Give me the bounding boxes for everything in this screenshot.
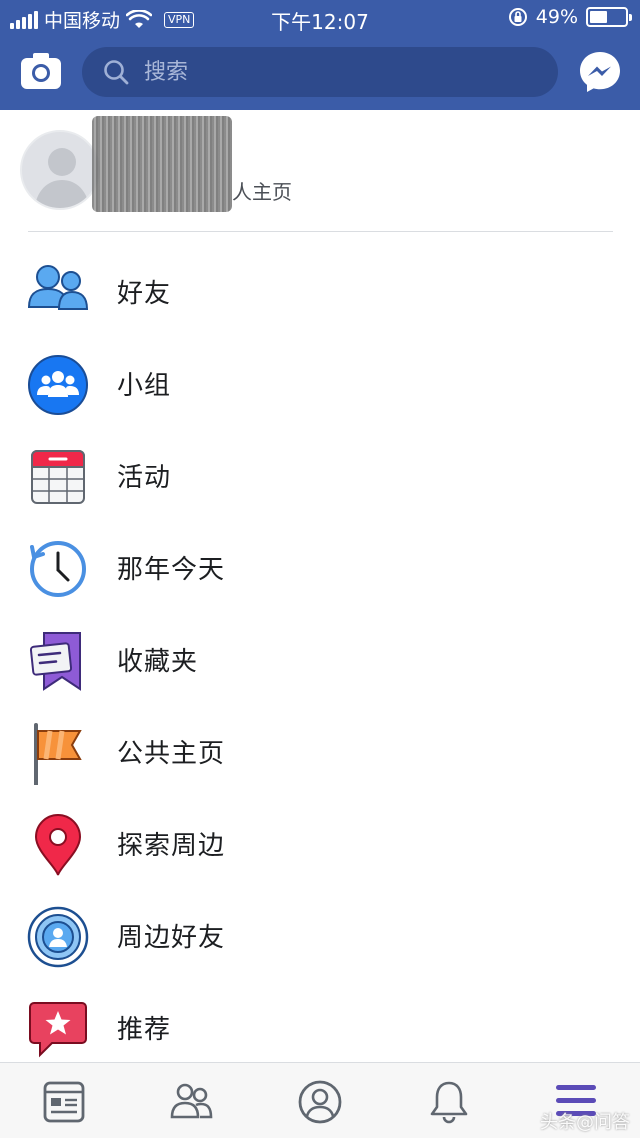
menu-item-label: 周边好友 (117, 922, 226, 953)
search-icon (104, 60, 129, 85)
menu-item-label: 活动 (117, 462, 172, 493)
profile-subtitle: 人主页 (232, 180, 292, 204)
pages-flag-icon (34, 723, 82, 785)
menu-item-explore-nearby[interactable]: 探索周边 (0, 797, 640, 889)
menu-item-label: 小组 (117, 370, 172, 401)
tab-news-feed[interactable] (39, 1077, 89, 1127)
groups-icon (28, 355, 88, 415)
watermark: 头条@问答 (540, 1112, 630, 1133)
tab-notifications[interactable] (424, 1077, 474, 1127)
friends-tab-icon (170, 1083, 213, 1119)
camera-icon[interactable] (20, 52, 62, 90)
menu-item-pages[interactable]: 公共主页 (0, 705, 640, 797)
orientation-lock-icon (508, 8, 527, 26)
profile-tab-icon (298, 1080, 342, 1124)
menu-item-label: 探索周边 (117, 830, 226, 861)
recommendations-star-icon (29, 1002, 87, 1058)
menu-item-nearby-friends[interactable]: 周边好友 (0, 889, 640, 981)
profile-row[interactable]: 人主页 (0, 110, 640, 232)
saved-bookmark-icon (29, 632, 81, 691)
tab-friends[interactable] (166, 1077, 216, 1127)
location-pin-icon (34, 814, 82, 876)
top-navigation-bar: 中国移动 VPN 下午12:07 49% (0, 0, 640, 110)
battery-percent: 49% (535, 6, 578, 28)
menu-item-groups[interactable]: 小组 (0, 337, 640, 429)
menu-item-events[interactable]: 活动 (0, 429, 640, 521)
default-avatar-icon (34, 148, 90, 208)
menu-item-friends[interactable]: 好友 (0, 245, 640, 337)
battery-icon (586, 7, 632, 27)
memories-clock-icon (30, 541, 86, 597)
friends-icon (27, 265, 89, 310)
bottom-tab-bar: 头条@问答 (0, 1062, 640, 1138)
status-bar: 中国移动 VPN 下午12:07 49% (0, 0, 640, 36)
tab-profile[interactable] (295, 1077, 345, 1127)
search-bar[interactable] (82, 47, 558, 97)
messenger-icon[interactable] (578, 50, 622, 94)
search-input[interactable] (144, 59, 524, 85)
shortcut-menu: 好友 小组 活动 那年今天 收藏夹 公共主页 探索周边 周边好友 推荐 (0, 245, 640, 1073)
events-calendar-icon (31, 450, 85, 504)
menu-item-recommendations[interactable]: 推荐 (0, 981, 640, 1073)
menu-item-label: 收藏夹 (117, 646, 199, 677)
menu-item-label: 好友 (117, 278, 172, 309)
profile-name-redacted (92, 116, 232, 212)
menu-item-saved[interactable]: 收藏夹 (0, 613, 640, 705)
news-feed-icon (43, 1081, 85, 1123)
status-right: 49% (508, 6, 632, 28)
menu-item-label: 那年今天 (117, 554, 226, 585)
nearby-friends-icon (27, 906, 89, 968)
menu-item-memories[interactable]: 那年今天 (0, 521, 640, 613)
notifications-bell-icon (430, 1081, 468, 1124)
avatar[interactable] (20, 130, 100, 210)
divider (28, 231, 613, 232)
menu-item-label: 推荐 (117, 1014, 172, 1045)
menu-item-label: 公共主页 (117, 738, 226, 769)
